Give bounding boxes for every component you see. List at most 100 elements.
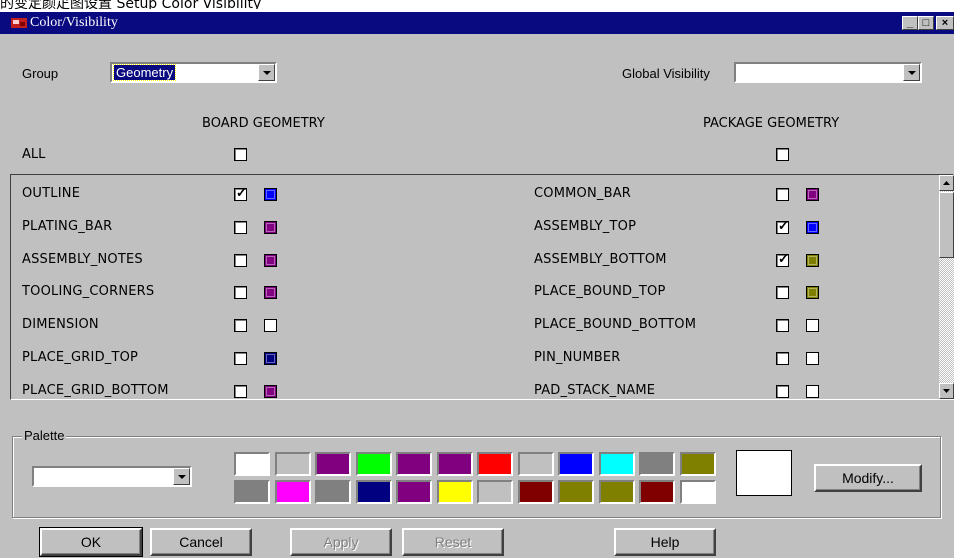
- layer-color-swatch[interactable]: [806, 352, 819, 365]
- layer-visibility-checkbox[interactable]: [776, 385, 789, 398]
- palette-color-swatch[interactable]: [396, 480, 432, 504]
- layer-visibility-checkbox[interactable]: [776, 352, 789, 365]
- layer-visibility-checkbox[interactable]: [776, 286, 789, 299]
- layer-color-swatch[interactable]: [264, 254, 277, 267]
- chevron-down-icon[interactable]: [173, 468, 190, 485]
- close-button[interactable]: ×: [936, 16, 954, 30]
- all-board-checkbox[interactable]: [234, 148, 247, 161]
- chevron-down-icon[interactable]: [258, 64, 275, 81]
- arrow-up-icon: [943, 181, 950, 185]
- group-label: Group: [22, 66, 59, 81]
- layer-color-swatch[interactable]: [264, 352, 277, 365]
- layer-color-swatch[interactable]: [806, 254, 819, 267]
- board-geometry-heading: BOARD GEOMETRY: [202, 116, 325, 131]
- layer-label: ASSEMBLY_TOP: [534, 219, 637, 234]
- layer-label: COMMON_BAR: [534, 186, 632, 201]
- layer-color-swatch[interactable]: [806, 319, 819, 332]
- palette-color-swatch[interactable]: [639, 480, 675, 504]
- global-visibility-dropdown[interactable]: [734, 62, 922, 83]
- all-label: ALL: [22, 147, 46, 162]
- layer-color-swatch[interactable]: [264, 221, 277, 234]
- palette-color-swatch[interactable]: [477, 480, 513, 504]
- palette-color-swatch[interactable]: [680, 480, 716, 504]
- title-bar[interactable]: Color/Visibility _ □ ×: [0, 12, 954, 34]
- package-geometry-heading: PACKAGE GEOMETRY: [703, 116, 840, 131]
- layer-visibility-checkbox[interactable]: ✓: [776, 218, 789, 234]
- layer-label: PLACE_BOUND_BOTTOM: [534, 317, 697, 332]
- layer-visibility-checkbox[interactable]: [234, 385, 247, 398]
- document-header-text: 的变定颜疋图设置 Setup Color Visibility: [0, 0, 262, 9]
- arrow-down-icon: [943, 389, 950, 393]
- checkmark-icon: ✓: [236, 185, 247, 200]
- modify-button[interactable]: Modify...: [814, 464, 922, 492]
- palette-color-swatch[interactable]: [518, 452, 554, 476]
- palette-color-swatch[interactable]: [234, 480, 270, 504]
- layer-label: ASSEMBLY_NOTES: [22, 252, 143, 267]
- group-dropdown-value: Geometry: [112, 64, 177, 81]
- palette-color-swatch[interactable]: [356, 452, 392, 476]
- palette-color-swatch[interactable]: [599, 480, 635, 504]
- layer-color-swatch[interactable]: [806, 221, 819, 234]
- group-dropdown[interactable]: Geometry: [110, 62, 277, 83]
- layer-label: PLATING_BAR: [22, 219, 113, 234]
- selected-color-preview: [736, 450, 792, 496]
- scroll-down-button[interactable]: [939, 383, 954, 399]
- palette-color-swatch[interactable]: [518, 480, 554, 504]
- layer-label: PLACE_BOUND_TOP: [534, 284, 666, 299]
- ok-button[interactable]: OK: [39, 527, 143, 557]
- palette-color-swatch[interactable]: [396, 452, 432, 476]
- palette-label: Palette: [22, 428, 67, 443]
- layer-visibility-checkbox[interactable]: ✓: [234, 185, 247, 201]
- layer-visibility-checkbox[interactable]: [234, 352, 247, 365]
- layer-visibility-checkbox[interactable]: [234, 254, 247, 267]
- palette-color-swatch[interactable]: [558, 480, 594, 504]
- reset-button[interactable]: Reset: [402, 528, 504, 556]
- palette-color-swatch[interactable]: [315, 480, 351, 504]
- palette-dropdown-value: [36, 469, 40, 484]
- global-visibility-label: Global Visibility: [622, 66, 710, 81]
- layer-color-swatch[interactable]: [264, 286, 277, 299]
- layer-visibility-checkbox[interactable]: [776, 319, 789, 332]
- palette-color-swatch[interactable]: [275, 480, 311, 504]
- list-scrollbar[interactable]: [939, 175, 954, 399]
- all-package-checkbox[interactable]: [776, 148, 789, 161]
- layer-label: PIN_NUMBER: [534, 350, 621, 365]
- cancel-button[interactable]: Cancel: [150, 528, 252, 556]
- chevron-down-icon[interactable]: [903, 64, 920, 81]
- layer-visibility-checkbox[interactable]: [234, 319, 247, 332]
- layer-color-swatch[interactable]: [264, 188, 277, 201]
- palette-color-swatch[interactable]: [599, 452, 635, 476]
- window-title: Color/Visibility: [30, 15, 118, 30]
- app-icon: [11, 18, 27, 28]
- layer-visibility-checkbox[interactable]: [234, 286, 247, 299]
- palette-color-swatch[interactable]: [437, 452, 473, 476]
- layer-label: TOOLING_CORNERS: [22, 284, 155, 299]
- layer-visibility-checkbox[interactable]: ✓: [776, 251, 789, 267]
- apply-button[interactable]: Apply: [290, 528, 392, 556]
- layer-color-swatch[interactable]: [806, 385, 819, 398]
- palette-dropdown[interactable]: [32, 466, 192, 487]
- palette-color-swatch[interactable]: [437, 480, 473, 504]
- layer-visibility-checkbox[interactable]: [776, 188, 789, 201]
- layer-color-swatch[interactable]: [264, 319, 277, 332]
- layer-color-swatch[interactable]: [806, 286, 819, 299]
- checkmark-icon: ✓: [778, 251, 789, 266]
- palette-color-swatch[interactable]: [558, 452, 594, 476]
- palette-color-swatch[interactable]: [477, 452, 513, 476]
- maximize-button[interactable]: □: [918, 16, 934, 30]
- palette-color-swatch[interactable]: [275, 452, 311, 476]
- layer-color-swatch[interactable]: [264, 385, 277, 398]
- checkmark-icon: ✓: [778, 218, 789, 233]
- help-button[interactable]: Help: [614, 528, 716, 556]
- palette-color-swatch[interactable]: [680, 452, 716, 476]
- global-visibility-value: [738, 65, 742, 80]
- layer-color-swatch[interactable]: [806, 188, 819, 201]
- scroll-thumb[interactable]: [939, 192, 954, 258]
- palette-color-swatch[interactable]: [356, 480, 392, 504]
- layer-visibility-checkbox[interactable]: [234, 221, 247, 234]
- palette-color-swatch[interactable]: [639, 452, 675, 476]
- palette-color-swatch[interactable]: [315, 452, 351, 476]
- palette-color-swatch[interactable]: [234, 452, 270, 476]
- minimize-button[interactable]: _: [902, 16, 918, 30]
- scroll-up-button[interactable]: [939, 175, 954, 191]
